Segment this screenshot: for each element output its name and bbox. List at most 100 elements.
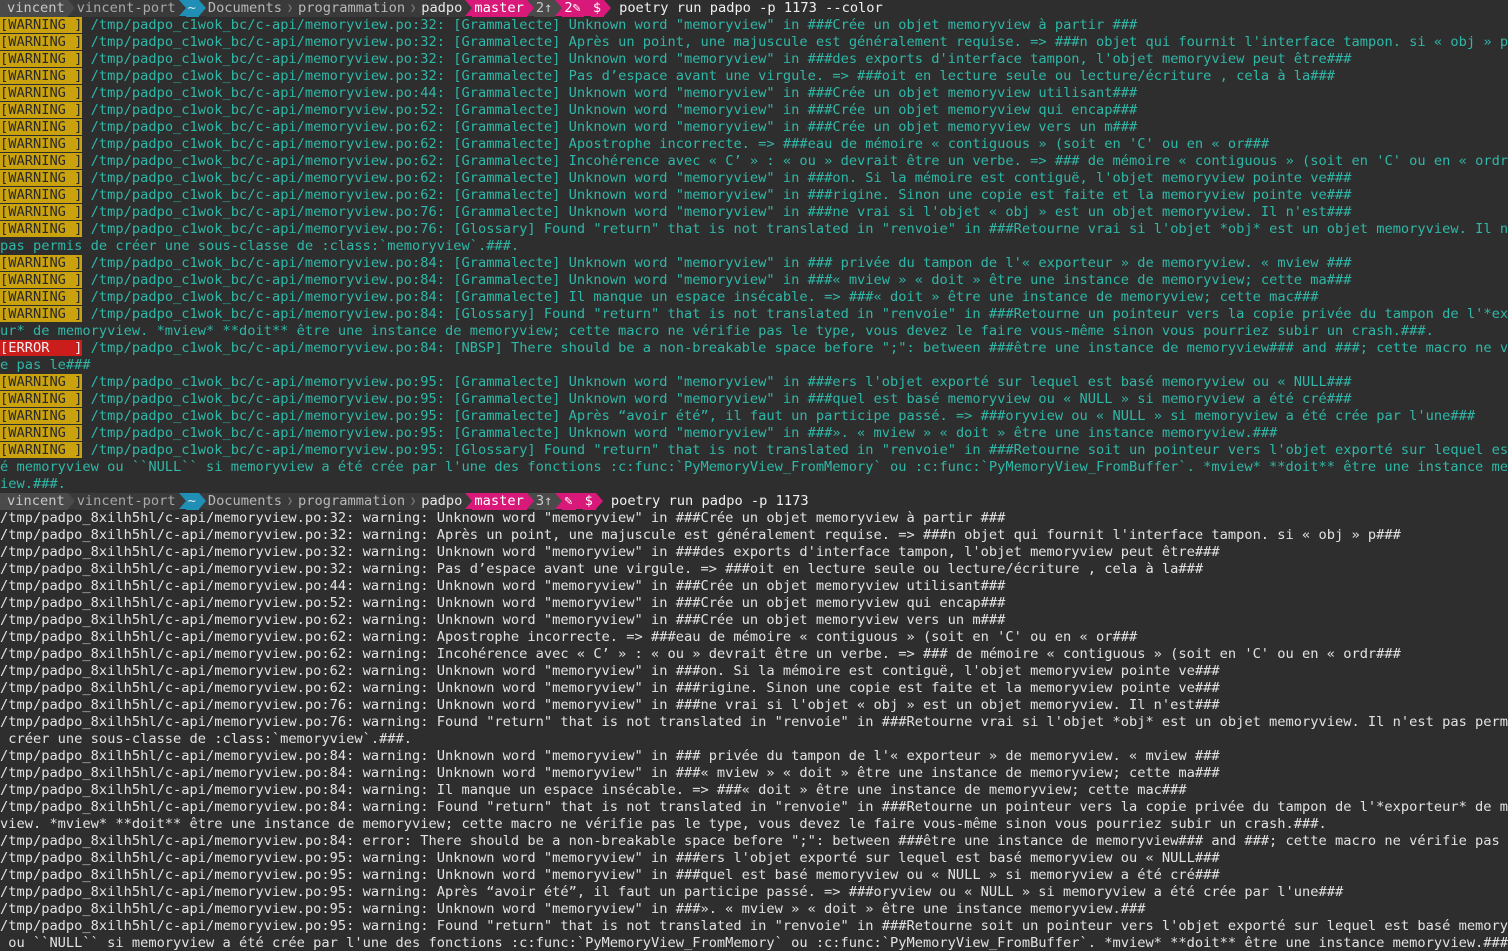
file-location: /tmp/padpo_c1wok_bc/c-api/memoryview.po:… — [90, 289, 446, 305]
log-message: [Glossary] Found "return" that is not tr… — [453, 442, 1508, 458]
log-message: [Grammalecte] Unknown word "memoryview" … — [453, 102, 1138, 118]
home-icon: ~ — [185, 0, 199, 17]
log-line: [WARNING ] /tmp/padpo_c1wok_bc/c-api/mem… — [0, 102, 1508, 119]
plain-log-line: /tmp/padpo_8xilh5hl/c-api/memoryview.po:… — [0, 782, 1508, 799]
powerline-arrow-icon — [526, 0, 534, 16]
log-message: /tmp/padpo_8xilh5hl/c-api/memoryview.po:… — [0, 680, 1220, 696]
chevron-right-icon: ❯ — [285, 0, 297, 17]
log-message: /tmp/padpo_8xilh5hl/c-api/memoryview.po:… — [0, 884, 1344, 900]
file-location: /tmp/padpo_c1wok_bc/c-api/memoryview.po:… — [90, 442, 446, 458]
warning-badge: [WARNING ] — [0, 255, 83, 271]
plain-log-line: /tmp/padpo_8xilh5hl/c-api/memoryview.po:… — [0, 578, 1508, 595]
log-message: /tmp/padpo_8xilh5hl/c-api/memoryview.po:… — [0, 918, 1508, 934]
log-line: [WARNING ] /tmp/padpo_c1wok_bc/c-api/mem… — [0, 34, 1508, 51]
log-message: [Grammalecte] Unknown word "memoryview" … — [453, 17, 1138, 33]
prompt-path-segment: Documents — [205, 493, 285, 510]
powerline-arrow-icon — [465, 493, 473, 509]
plain-log-line: /tmp/padpo_8xilh5hl/c-api/memoryview.po:… — [0, 561, 1508, 578]
prompt-symbol: $ — [582, 493, 596, 510]
file-location: /tmp/padpo_c1wok_bc/c-api/memoryview.po:… — [90, 391, 446, 407]
error-badge: [ERROR ] — [0, 340, 83, 356]
log-message: /tmp/padpo_8xilh5hl/c-api/memoryview.po:… — [0, 612, 1006, 628]
log-line: [ERROR ] /tmp/padpo_c1wok_bc/c-api/memor… — [0, 340, 1508, 357]
log-line-continuation: pas permis de créer une sous-classe de :… — [0, 238, 1508, 255]
file-location: /tmp/padpo_c1wok_bc/c-api/memoryview.po:… — [90, 153, 446, 169]
chevron-right-icon: ❯ — [285, 493, 297, 510]
powerline-arrow-icon — [595, 493, 603, 509]
warning-badge: [WARNING ] — [0, 17, 83, 33]
log-message-continuation: é memoryview ou ``NULL`` si memoryview a… — [0, 459, 1508, 475]
plain-log-line: /tmp/padpo_8xilh5hl/c-api/memoryview.po:… — [0, 799, 1508, 816]
file-location: /tmp/padpo_c1wok_bc/c-api/memoryview.po:… — [90, 170, 446, 186]
log-message: [Grammalecte] Il manque un espace inséca… — [453, 289, 1319, 305]
file-location: /tmp/padpo_c1wok_bc/c-api/memoryview.po:… — [90, 51, 446, 67]
prompt-symbol: $ — [590, 0, 605, 17]
chevron-right-icon: ❯ — [408, 493, 420, 510]
plain-log-line: /tmp/padpo_8xilh5hl/c-api/memoryview.po:… — [0, 663, 1508, 680]
prompt-path-segment: programmation — [296, 0, 409, 17]
log-message: /tmp/padpo_8xilh5hl/c-api/memoryview.po:… — [0, 578, 1006, 594]
prompt-path-segment: padpo — [419, 493, 466, 510]
warning-badge: [WARNING ] — [0, 102, 83, 118]
log-message: ou ``NULL`` si memoryview a été crée par… — [0, 935, 1508, 951]
powerline-arrow-icon — [67, 0, 75, 16]
log-message: [Grammalecte] Pas d’espace avant une vir… — [453, 68, 1336, 84]
log-message: [Grammalecte] Apostrophe incorrecte. => … — [453, 136, 1270, 152]
file-location: /tmp/padpo_c1wok_bc/c-api/memoryview.po:… — [90, 425, 446, 441]
log-line: [WARNING ] /tmp/padpo_c1wok_bc/c-api/mem… — [0, 408, 1508, 425]
terminal-window[interactable]: vincent vincent-port ~ Documents ❯ programmat… — [0, 0, 1508, 951]
log-message: [Grammalecte] Unknown word "memoryview" … — [453, 425, 1278, 441]
log-message: [Grammalecte] Unknown word "memoryview" … — [453, 204, 1352, 220]
file-location: /tmp/padpo_c1wok_bc/c-api/memoryview.po:… — [90, 119, 446, 135]
log-line: [WARNING ] /tmp/padpo_c1wok_bc/c-api/mem… — [0, 85, 1508, 102]
warning-badge: [WARNING ] — [0, 119, 83, 135]
file-location: /tmp/padpo_c1wok_bc/c-api/memoryview.po:… — [90, 340, 446, 356]
log-line: [WARNING ] /tmp/padpo_c1wok_bc/c-api/mem… — [0, 17, 1508, 34]
plain-log-line: /tmp/padpo_8xilh5hl/c-api/memoryview.po:… — [0, 595, 1508, 612]
warning-badge: [WARNING ] — [0, 68, 83, 84]
warning-badge: [WARNING ] — [0, 85, 83, 101]
warning-badge: [WARNING ] — [0, 153, 83, 169]
log-message: [Grammalecte] Unknown word "memoryview" … — [453, 187, 1352, 203]
plain-log-line: /tmp/padpo_8xilh5hl/c-api/memoryview.po:… — [0, 833, 1508, 850]
powerline-arrow-icon — [526, 493, 534, 509]
git-branch: master — [472, 493, 527, 510]
log-message: /tmp/padpo_8xilh5hl/c-api/memoryview.po:… — [0, 850, 1220, 866]
log-line: [WARNING ] /tmp/padpo_c1wok_bc/c-api/mem… — [0, 153, 1508, 170]
plain-log-line: /tmp/padpo_8xilh5hl/c-api/memoryview.po:… — [0, 680, 1508, 697]
log-message: [Glossary] Found "return" that is not tr… — [453, 221, 1508, 237]
warning-badge: [WARNING ] — [0, 34, 83, 50]
log-line: [WARNING ] /tmp/padpo_c1wok_bc/c-api/mem… — [0, 255, 1508, 272]
file-location: /tmp/padpo_c1wok_bc/c-api/memoryview.po:… — [90, 306, 446, 322]
log-message: [NBSP] There should be a non-breakable s… — [453, 340, 1508, 356]
prompt-path-segment: padpo — [419, 0, 466, 17]
prompt-user: vincent — [0, 0, 68, 17]
plain-log-line: /tmp/padpo_8xilh5hl/c-api/memoryview.po:… — [0, 850, 1508, 867]
prompt1-line: vincent vincent-port ~ Documents ❯ programmat… — [0, 0, 1508, 17]
plain-log-line: /tmp/padpo_8xilh5hl/c-api/memoryview.po:… — [0, 629, 1508, 646]
log-line-continuation: iew.###. — [0, 476, 1508, 493]
log-line: [WARNING ] /tmp/padpo_c1wok_bc/c-api/mem… — [0, 170, 1508, 187]
log-message: /tmp/padpo_8xilh5hl/c-api/memoryview.po:… — [0, 527, 1401, 543]
log-line: [WARNING ] /tmp/padpo_c1wok_bc/c-api/mem… — [0, 272, 1508, 289]
warning-badge: [WARNING ] — [0, 374, 83, 390]
file-location: /tmp/padpo_c1wok_bc/c-api/memoryview.po:… — [90, 255, 446, 271]
log-line: [WARNING ] /tmp/padpo_c1wok_bc/c-api/mem… — [0, 442, 1508, 459]
file-location: /tmp/padpo_c1wok_bc/c-api/memoryview.po:… — [90, 187, 446, 203]
file-location: /tmp/padpo_c1wok_bc/c-api/memoryview.po:… — [90, 85, 446, 101]
log-message: [Grammalecte] Unknown word "memoryview" … — [453, 85, 1138, 101]
git-branch: master — [472, 0, 527, 17]
log-line: [WARNING ] /tmp/padpo_c1wok_bc/c-api/mem… — [0, 204, 1508, 221]
file-location: /tmp/padpo_c1wok_bc/c-api/memoryview.po:… — [90, 272, 446, 288]
log-line: [WARNING ] /tmp/padpo_c1wok_bc/c-api/mem… — [0, 51, 1508, 68]
log-message: /tmp/padpo_8xilh5hl/c-api/memoryview.po:… — [0, 629, 1138, 645]
